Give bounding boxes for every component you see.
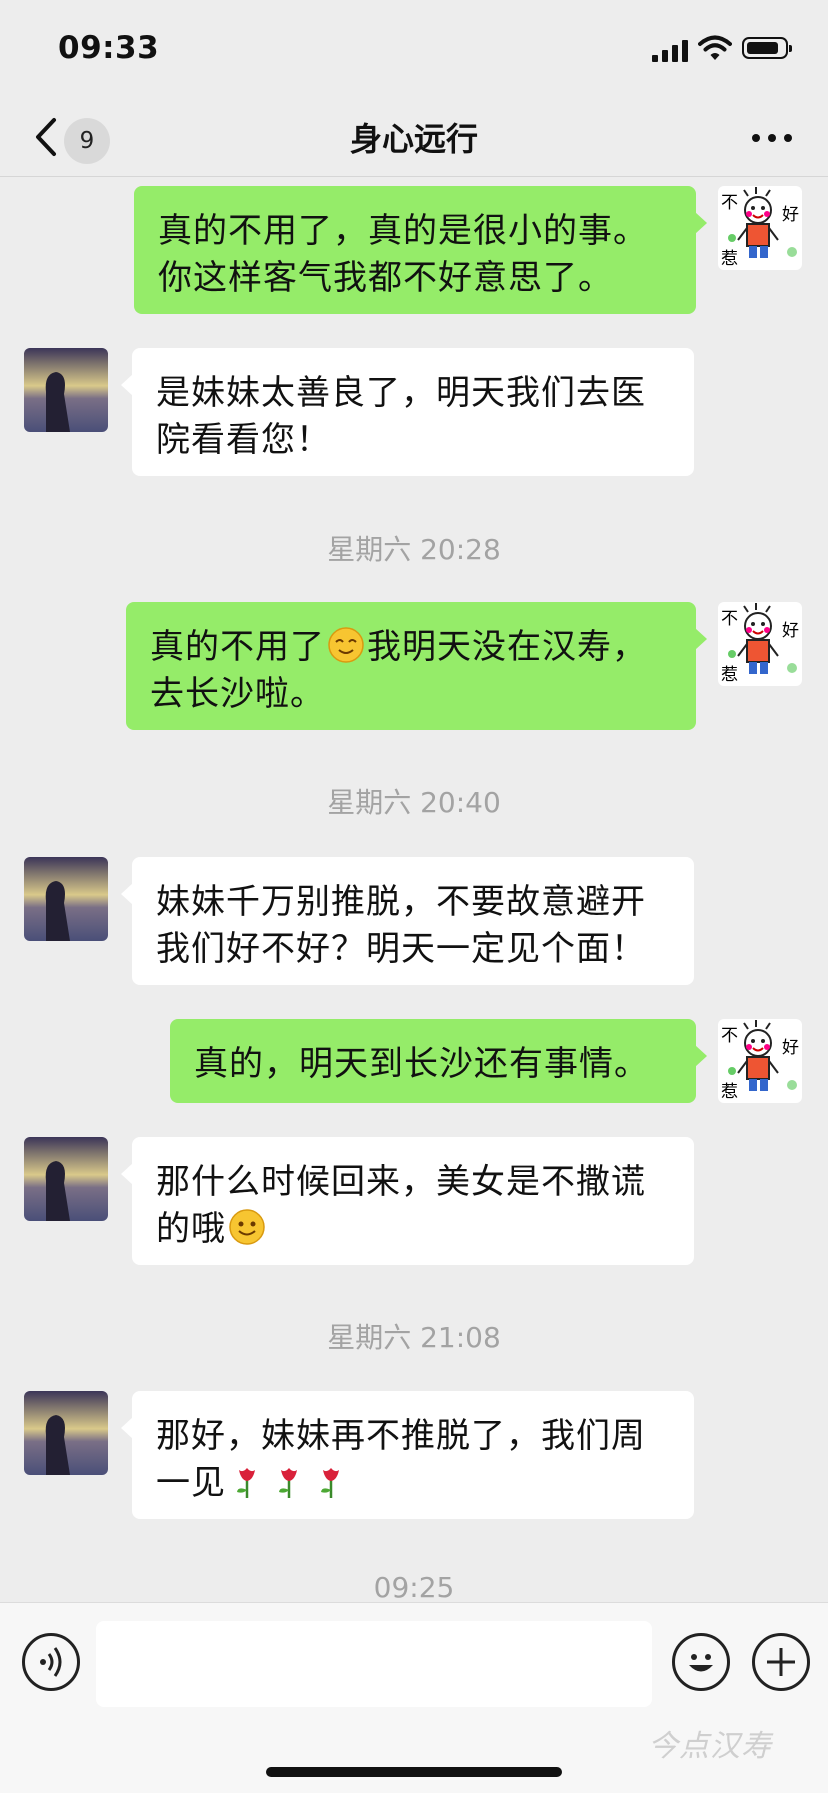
message-text: 我们好不好？明天一定见个面！ bbox=[156, 929, 646, 969]
smile-emoji bbox=[229, 1209, 265, 1245]
message-bubble[interactable]: 那什么时候回来，美女是不撒谎 的哦 bbox=[121, 1137, 694, 1265]
sticker-avatar[interactable]: 不 好 惹 bbox=[718, 602, 802, 686]
wifi-icon bbox=[698, 35, 732, 60]
svg-text:不: 不 bbox=[721, 193, 738, 213]
svg-text:好: 好 bbox=[782, 1038, 799, 1058]
timestamp-divider: 09:25 bbox=[373, 1571, 455, 1604]
message-text: 真的不用了 bbox=[150, 627, 325, 667]
contact-avatar[interactable] bbox=[24, 1137, 108, 1221]
message-text: 真的不用了，真的是很小的事。 bbox=[158, 211, 648, 251]
timestamp-divider: 星期六 20:40 bbox=[327, 786, 501, 819]
svg-text:好: 好 bbox=[782, 205, 799, 225]
cartoon-kid-sticker-icon: 不 好 惹 bbox=[718, 186, 802, 270]
contact-avatar[interactable] bbox=[24, 1391, 108, 1475]
contact-avatar[interactable] bbox=[24, 348, 108, 432]
input-bar: 今点汉寿 bbox=[0, 1602, 828, 1793]
status-bar: 09:33 bbox=[0, 0, 828, 100]
rose-emoji bbox=[279, 1468, 297, 1498]
home-indicator bbox=[266, 1767, 562, 1777]
sticker-avatar[interactable]: 不 好 惹 bbox=[718, 186, 802, 270]
message-bubble[interactable]: 是妹妹太善良了，明天我们去医 院看看您！ bbox=[121, 348, 694, 476]
smile-closed-eyes-emoji bbox=[328, 627, 364, 663]
plus-icon[interactable] bbox=[752, 1633, 810, 1691]
chat-title: 身心远行 bbox=[349, 120, 478, 158]
cartoon-kid-sticker-icon: 不 好 惹 bbox=[718, 1019, 802, 1103]
message-text: 真的，明天到长沙还有事情。 bbox=[194, 1044, 649, 1084]
status-time: 09:33 bbox=[58, 30, 160, 66]
message-input[interactable] bbox=[96, 1621, 652, 1707]
voice-icon[interactable] bbox=[22, 1633, 80, 1691]
more-dots-icon[interactable] bbox=[748, 126, 796, 150]
battery-level bbox=[747, 42, 778, 54]
contact-photo-icon bbox=[24, 1391, 108, 1475]
chat-header: 9 身心远行 bbox=[0, 100, 828, 177]
svg-text:不: 不 bbox=[721, 1026, 738, 1046]
svg-text:惹: 惹 bbox=[721, 1082, 738, 1102]
contact-avatar[interactable] bbox=[24, 857, 108, 941]
message-bubble[interactable]: 真的不用了，真的是很小的事。 你这样客气我都不好意思了。 bbox=[134, 186, 707, 314]
svg-text:好: 好 bbox=[782, 621, 799, 641]
message-bubble[interactable]: 妹妹千万别推脱，不要故意避开 我们好不好？明天一定见个面！ bbox=[121, 857, 694, 985]
svg-text:不: 不 bbox=[721, 609, 738, 629]
message-text: 去长沙啦。 bbox=[150, 674, 325, 714]
contact-photo-icon bbox=[24, 1137, 108, 1221]
timestamp-divider: 星期六 21:08 bbox=[327, 1321, 501, 1354]
sticker-avatar[interactable]: 不 好 惹 bbox=[718, 1019, 802, 1103]
message-text: 那好，妹妹再不推脱了，我们周 bbox=[156, 1416, 646, 1456]
battery-icon bbox=[742, 37, 792, 59]
message-text: 我明天没在汉寿， bbox=[367, 627, 647, 667]
rose-emoji bbox=[237, 1468, 255, 1498]
message-bubble[interactable]: 那好，妹妹再不推脱了，我们周 一见 bbox=[121, 1391, 694, 1519]
contact-photo-icon bbox=[24, 857, 108, 941]
svg-text:惹: 惹 bbox=[721, 249, 738, 269]
message-text: 的哦 bbox=[156, 1209, 226, 1249]
message-text: 妹妹千万别推脱，不要故意避开 bbox=[156, 882, 646, 922]
svg-text:惹: 惹 bbox=[721, 665, 738, 685]
message-bubble[interactable]: 真的不用了 我明天没在汉寿， 去长沙啦。 bbox=[126, 602, 707, 730]
message-bubble[interactable]: 真的，明天到长沙还有事情。 bbox=[170, 1019, 707, 1103]
cellular-signal-icon bbox=[652, 38, 688, 62]
timestamp-divider: 星期六 20:28 bbox=[327, 533, 501, 566]
watermark: 今点汉寿 bbox=[648, 1729, 772, 1764]
message-text: 一见 bbox=[156, 1463, 226, 1503]
rose-emoji bbox=[321, 1468, 339, 1498]
message-text: 那什么时候回来，美女是不撒谎 bbox=[156, 1162, 646, 1202]
emoji-face-icon[interactable] bbox=[672, 1633, 730, 1691]
message-text: 院看看您！ bbox=[156, 420, 331, 460]
cartoon-kid-sticker-icon: 不 好 惹 bbox=[718, 602, 802, 686]
contact-photo-icon bbox=[24, 348, 108, 432]
message-text: 你这样客气我都不好意思了。 bbox=[158, 258, 613, 298]
message-text: 是妹妹太善良了，明天我们去医 bbox=[156, 373, 646, 413]
